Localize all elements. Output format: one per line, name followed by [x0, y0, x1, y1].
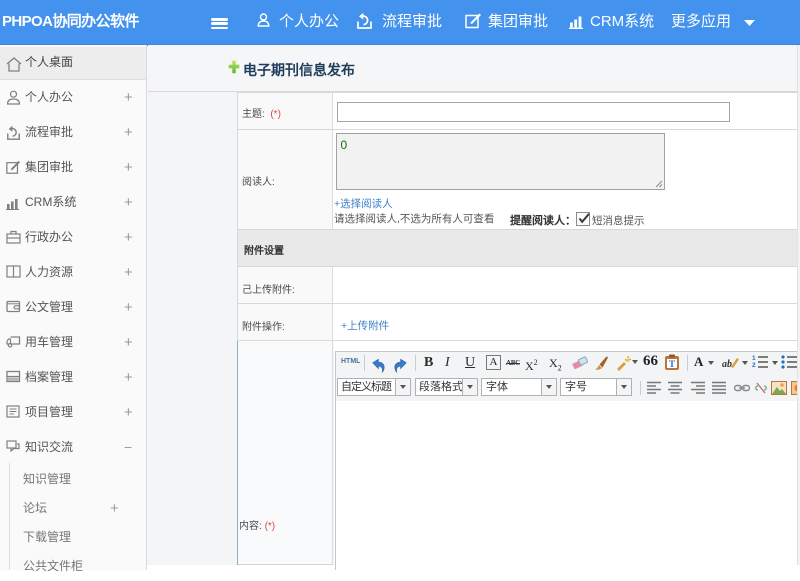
- svg-text:1: 1: [752, 355, 756, 362]
- svg-text:2: 2: [752, 362, 756, 369]
- svg-text:T: T: [669, 359, 675, 369]
- svg-text:ab: ab: [722, 359, 732, 370]
